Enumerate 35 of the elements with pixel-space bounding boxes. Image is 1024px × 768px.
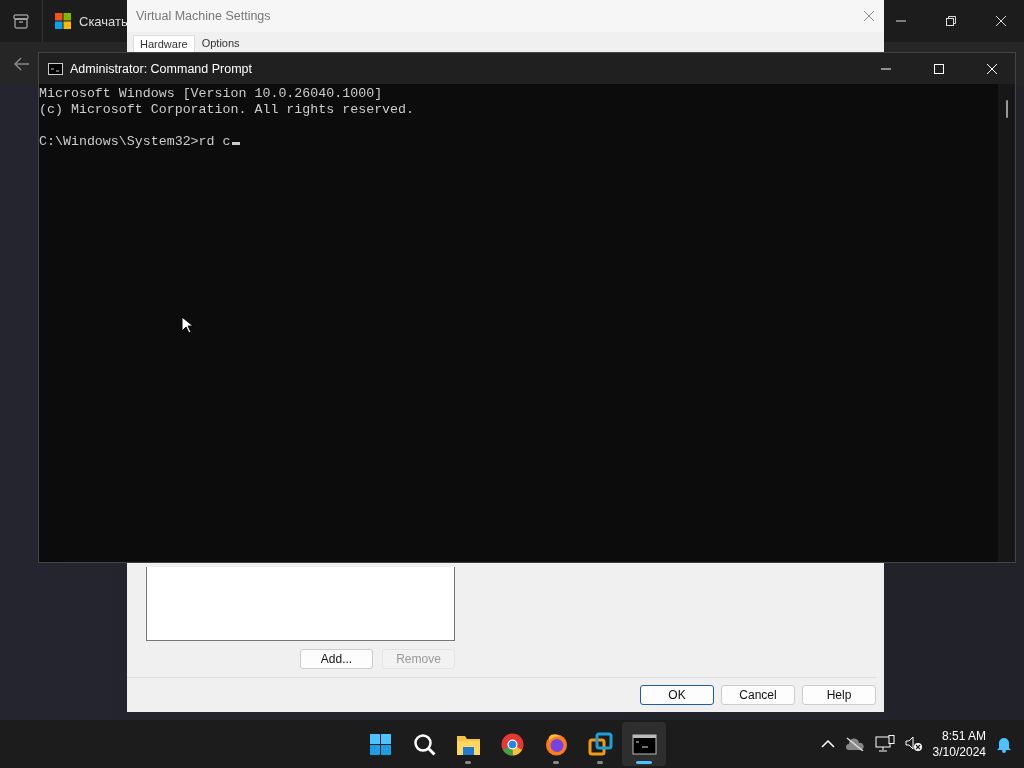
chevron-up-icon[interactable] (820, 739, 835, 749)
search-icon (413, 733, 436, 756)
tab-actions-icon[interactable] (13, 13, 29, 29)
chrome-icon (501, 733, 523, 755)
volume-muted-icon[interactable] (904, 736, 923, 752)
console-line: (c) Microsoft Corporation. All rights reserved. (39, 102, 416, 118)
firefox-icon (545, 733, 567, 755)
tab[interactable]: Hardware (133, 35, 195, 52)
list-button[interactable]: Add... (300, 649, 373, 669)
mouse-pointer-icon (181, 316, 193, 334)
cloud-off-icon[interactable] (844, 737, 865, 751)
window-title: Administrator: Command Prompt (70, 61, 253, 76)
restore-icon[interactable] (945, 15, 957, 27)
dialog-button[interactable]: OK (640, 685, 714, 705)
window-title: Virtual Machine Settings (136, 9, 272, 23)
dialog-button[interactable]: Help (802, 685, 876, 705)
text-cursor (231, 142, 240, 145)
back-arrow-icon[interactable] (14, 56, 30, 71)
vmware-icon (588, 732, 612, 755)
console-icon (48, 62, 63, 75)
tab-title[interactable]: Скачать (79, 13, 128, 29)
network-icon[interactable] (874, 735, 895, 753)
windows-logo-icon (55, 13, 71, 29)
console-prompt: C:\Windows\System32>rd c (39, 134, 231, 149)
dialog-button[interactable]: Cancel (721, 685, 795, 705)
scrollbar-thumb[interactable] (1005, 100, 1008, 118)
taskbar-button[interactable] (622, 722, 666, 766)
windows-logo-icon (369, 733, 391, 755)
clock[interactable]: 8:51 AM 3/10/2024 (932, 728, 986, 760)
maximize-icon[interactable] (933, 62, 945, 75)
command-prompt-icon (632, 734, 656, 754)
tab[interactable]: Options (194, 34, 247, 52)
folder-icon (456, 735, 480, 755)
bell-icon[interactable] (996, 735, 1012, 753)
console-line: Microsoft Windows [Version 10.0.26040.1000] (39, 86, 384, 102)
